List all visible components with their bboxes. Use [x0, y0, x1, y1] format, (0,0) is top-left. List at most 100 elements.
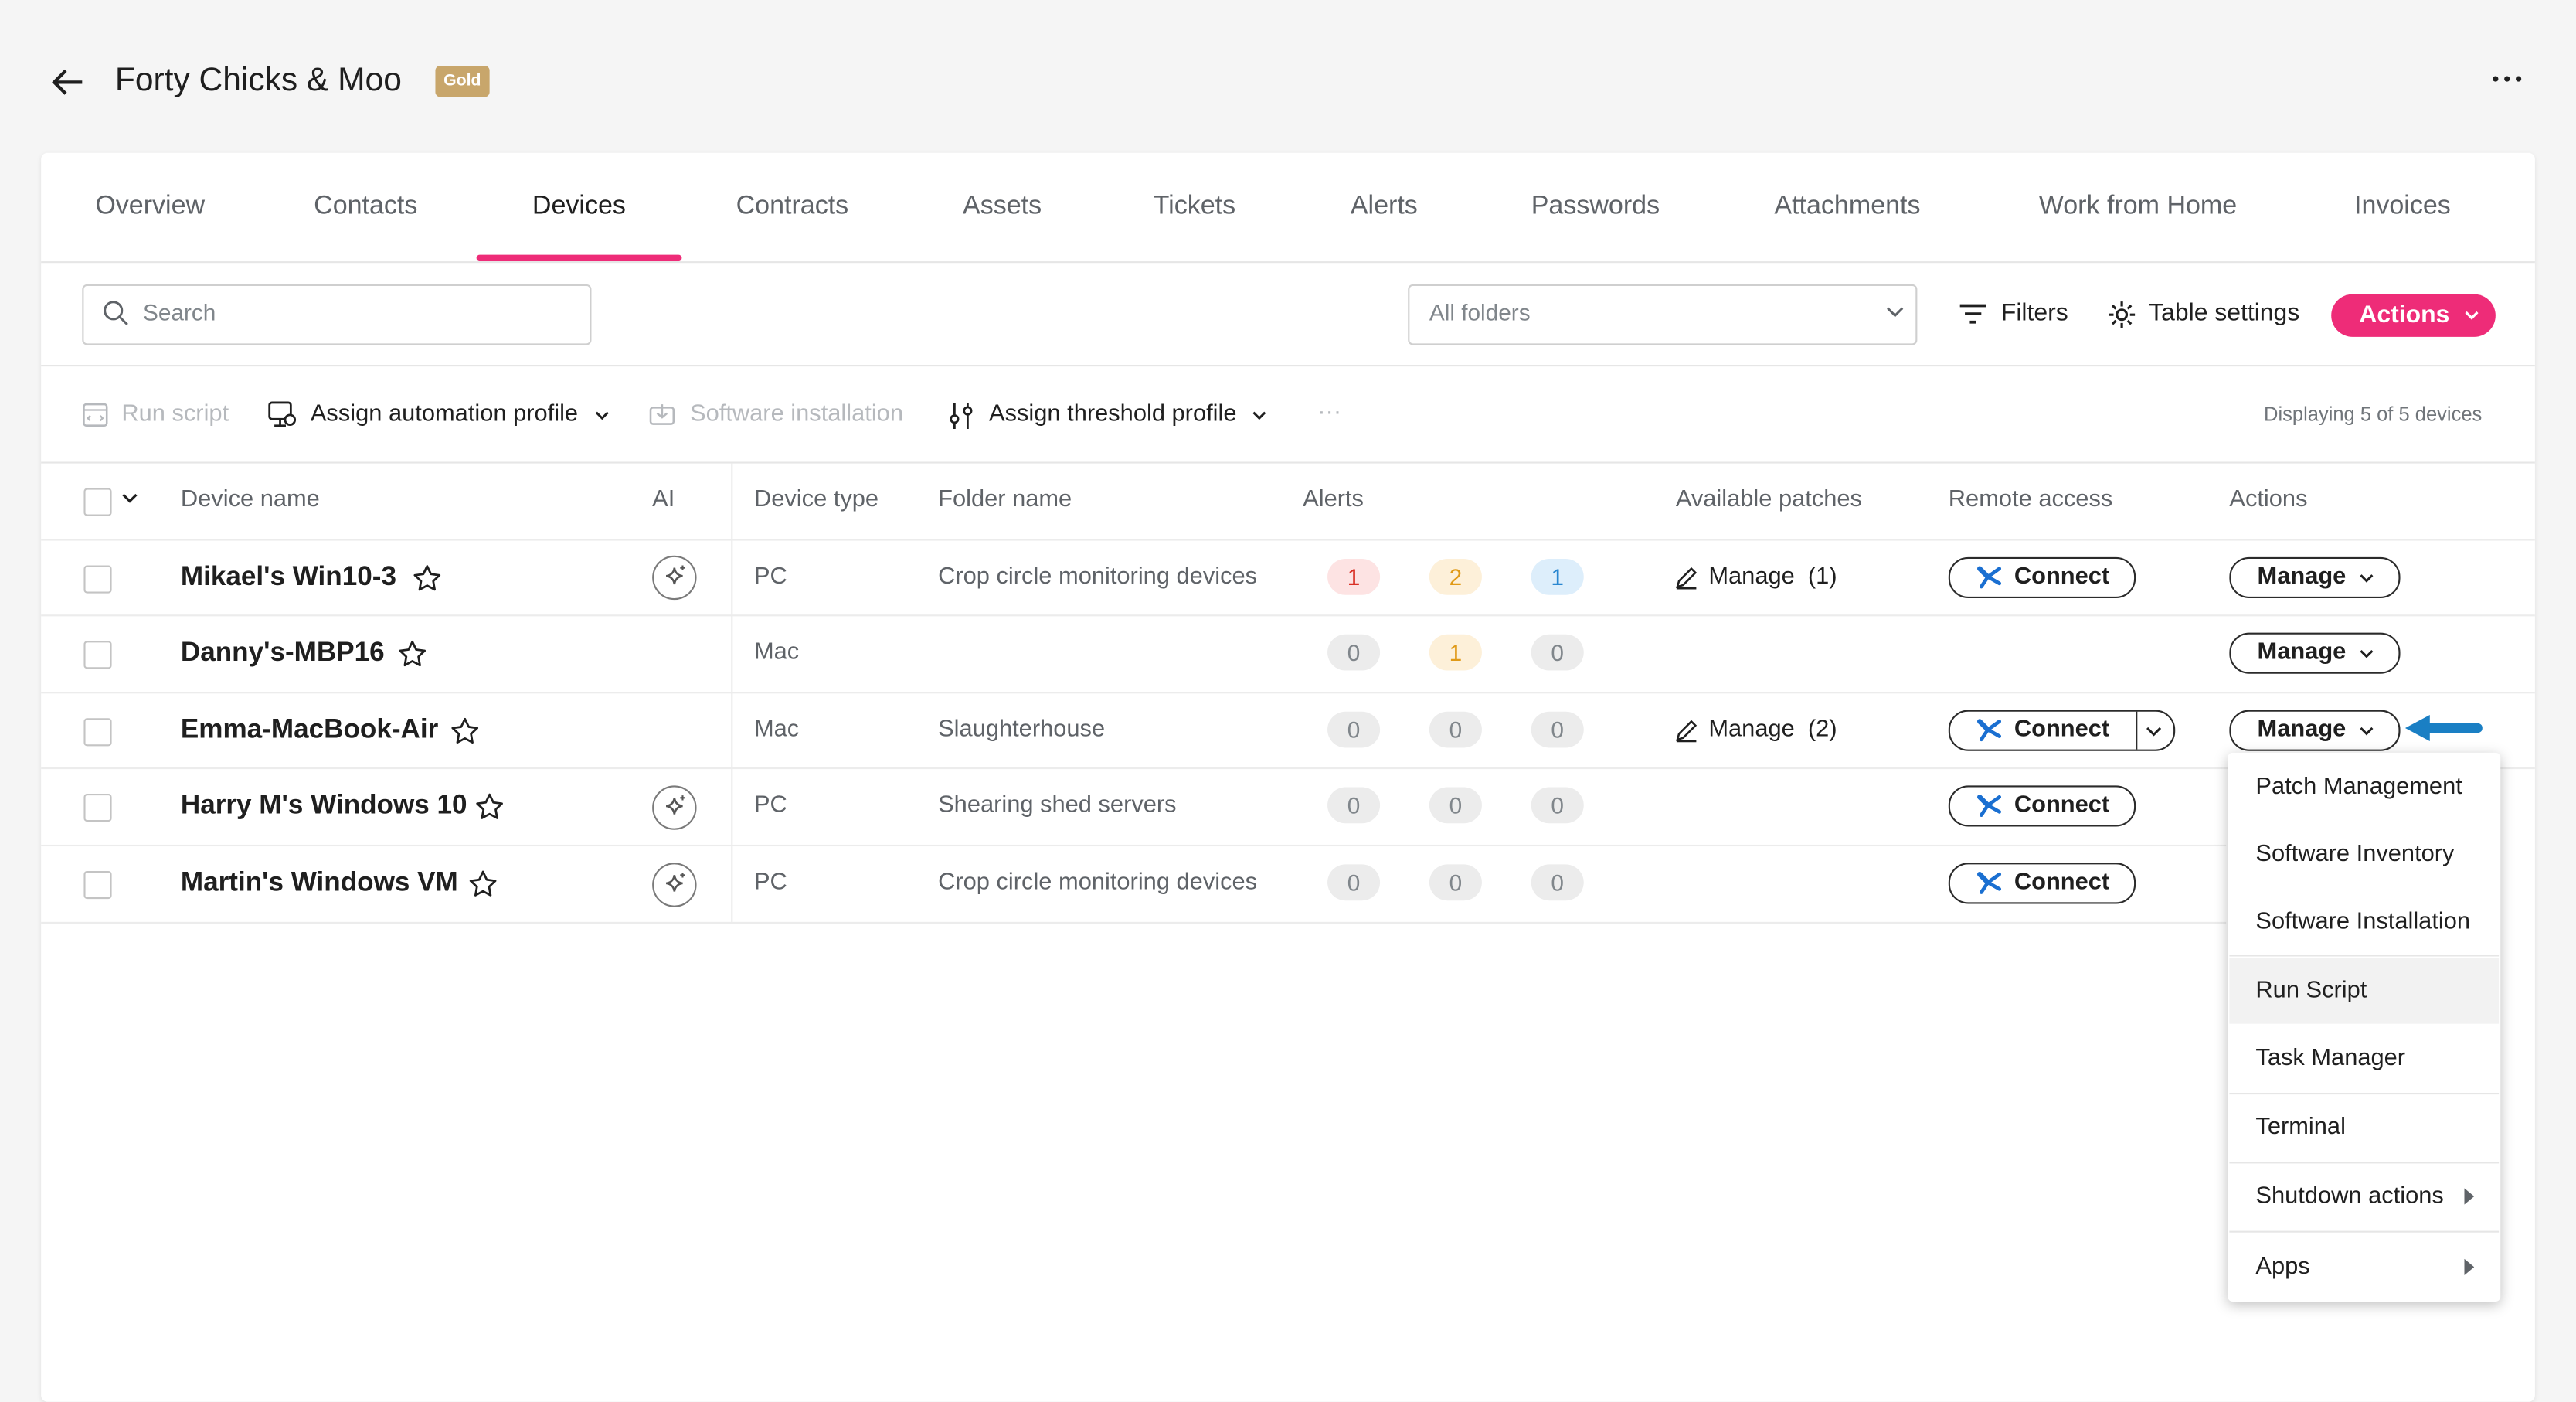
pencil-icon — [1676, 720, 1698, 743]
patches-manage-label: Manage (1) — [1708, 563, 1837, 590]
column-header-folder-name[interactable]: Folder name — [938, 486, 1072, 512]
row-checkbox[interactable] — [83, 794, 112, 822]
ai-sparkle-icon[interactable] — [652, 785, 697, 830]
select-all-checkbox[interactable] — [83, 488, 112, 516]
tab-attachments[interactable]: Attachments — [1774, 153, 1920, 261]
tab-passwords[interactable]: Passwords — [1531, 153, 1660, 261]
column-header-alerts[interactable]: Alerts — [1303, 486, 1364, 512]
device-name[interactable]: Martin's Windows VM — [181, 868, 458, 899]
row-checkbox[interactable] — [83, 718, 112, 747]
alert-count-critical[interactable]: 0 — [1327, 864, 1381, 901]
device-type: PC — [753, 563, 787, 590]
assign-automation-profile-button[interactable]: Assign automation profile — [268, 400, 617, 433]
tab-assets[interactable]: Assets — [963, 153, 1042, 261]
chevron-down-icon — [122, 493, 138, 503]
menu-item-patch-management[interactable]: Patch Management — [2229, 754, 2499, 820]
alert-count-warning[interactable]: 2 — [1429, 558, 1482, 595]
star-icon[interactable] — [398, 639, 427, 669]
alert-count-critical[interactable]: 0 — [1327, 787, 1381, 824]
column-header-ai[interactable]: AI — [652, 486, 675, 512]
split-divider — [2136, 711, 2138, 750]
alert-count-critical[interactable]: 1 — [1327, 558, 1381, 595]
star-icon[interactable] — [413, 563, 442, 593]
back-button[interactable] — [49, 66, 86, 99]
table-settings-button[interactable]: Table settings — [2106, 298, 2303, 334]
device-name[interactable]: Mikael's Win10-3 — [181, 562, 396, 593]
manage-button[interactable]: Manage — [2229, 556, 2401, 598]
ai-sparkle-icon[interactable] — [652, 555, 697, 601]
tab-work-from-home[interactable]: Work from Home — [2039, 153, 2237, 261]
column-header-device-name[interactable]: Device name — [181, 486, 320, 512]
menu-item-task-manager[interactable]: Task Manager — [2229, 1026, 2499, 1091]
row-checkbox[interactable] — [83, 870, 112, 900]
actions-button[interactable]: Actions — [2331, 294, 2496, 337]
alert-count-info[interactable]: 0 — [1531, 787, 1584, 824]
alert-count-info[interactable]: 0 — [1531, 711, 1584, 748]
filter-icon — [1959, 304, 1986, 324]
connect-label: Connect — [2014, 791, 2110, 818]
chevron-down-icon — [2360, 574, 2374, 583]
patches-manage-link[interactable]: Manage (1) — [1674, 562, 1855, 595]
manage-button[interactable]: Manage — [2229, 710, 2401, 751]
column-header-device-type[interactable]: Device type — [754, 486, 878, 512]
patches-manage-link[interactable]: Manage (2) — [1674, 715, 1855, 748]
tab-invoices[interactable]: Invoices — [2354, 153, 2451, 261]
connect-split-button[interactable]: Connect — [1948, 710, 2176, 751]
star-icon[interactable] — [475, 792, 505, 822]
more-actions-button[interactable]: ··· — [1317, 400, 1341, 426]
menu-item-apps[interactable]: Apps — [2229, 1234, 2499, 1300]
search-placeholder: Search — [142, 298, 216, 326]
column-header-available-patches[interactable]: Available patches — [1676, 486, 1862, 512]
software-installation-button[interactable]: Software installation — [649, 400, 912, 433]
device-name[interactable]: Emma-MacBook-Air — [181, 715, 438, 746]
chevron-down-icon — [1886, 305, 1904, 318]
tab-alerts[interactable]: Alerts — [1351, 153, 1418, 261]
automation-icon — [268, 401, 297, 427]
connect-button[interactable]: Connect — [1948, 863, 2136, 904]
alert-count-info[interactable]: 0 — [1531, 864, 1584, 901]
folder-select-value: All folders — [1429, 298, 1531, 326]
column-header-remote-access[interactable]: Remote access — [1949, 486, 2112, 512]
actions-label: Actions — [2359, 301, 2450, 329]
alert-count-info[interactable]: 1 — [1531, 558, 1584, 595]
connect-button[interactable]: Connect — [1948, 556, 2136, 598]
pencil-icon — [1676, 567, 1698, 590]
column-header-actions[interactable]: Actions — [2229, 486, 2307, 512]
menu-item-software-inventory[interactable]: Software Inventory — [2229, 822, 2499, 887]
star-icon[interactable] — [450, 716, 480, 746]
alert-count-warning[interactable]: 0 — [1429, 864, 1482, 901]
menu-item-software-installation[interactable]: Software Installation — [2229, 889, 2499, 955]
alert-count-critical[interactable]: 0 — [1327, 634, 1381, 671]
row-checkbox[interactable] — [83, 641, 112, 669]
row-checkbox[interactable] — [83, 565, 112, 594]
manage-label: Manage — [2257, 563, 2347, 590]
star-icon[interactable] — [468, 869, 498, 899]
tab-tickets[interactable]: Tickets — [1154, 153, 1235, 261]
tab-devices[interactable]: Devices — [532, 153, 626, 261]
alert-count-warning[interactable]: 0 — [1429, 787, 1482, 824]
menu-item-run-script[interactable]: Run Script — [2229, 958, 2500, 1024]
chevron-down-icon[interactable] — [2146, 727, 2162, 737]
manage-button[interactable]: Manage — [2229, 632, 2401, 674]
connect-button[interactable]: Connect — [1948, 785, 2136, 827]
assign-threshold-profile-button[interactable]: Assign threshold profile — [948, 400, 1273, 433]
run-script-button[interactable]: Run script — [82, 400, 233, 433]
device-type: PC — [753, 869, 787, 896]
filters-button[interactable]: Filters — [1959, 298, 2074, 334]
menu-item-terminal[interactable]: Terminal — [2229, 1094, 2499, 1160]
alert-count-info[interactable]: 0 — [1531, 634, 1584, 671]
alert-count-warning[interactable]: 1 — [1429, 634, 1482, 671]
more-options-button[interactable] — [2487, 66, 2527, 92]
ai-sparkle-icon[interactable] — [652, 863, 697, 907]
chevron-down-icon — [2360, 727, 2374, 736]
tab-contracts[interactable]: Contracts — [736, 153, 849, 261]
alert-count-warning[interactable]: 0 — [1429, 711, 1482, 748]
device-name[interactable]: Danny's-MBP16 — [181, 638, 385, 669]
tab-overview[interactable]: Overview — [95, 153, 205, 261]
tab-contacts[interactable]: Contacts — [314, 153, 417, 261]
alert-count-critical[interactable]: 0 — [1327, 711, 1381, 748]
toolbar-divider — [41, 365, 2535, 367]
menu-item-shutdown-actions[interactable]: Shutdown actions — [2229, 1163, 2499, 1229]
select-all-dropdown[interactable] — [121, 493, 138, 505]
device-name[interactable]: Harry M's Windows 10 — [181, 791, 467, 822]
